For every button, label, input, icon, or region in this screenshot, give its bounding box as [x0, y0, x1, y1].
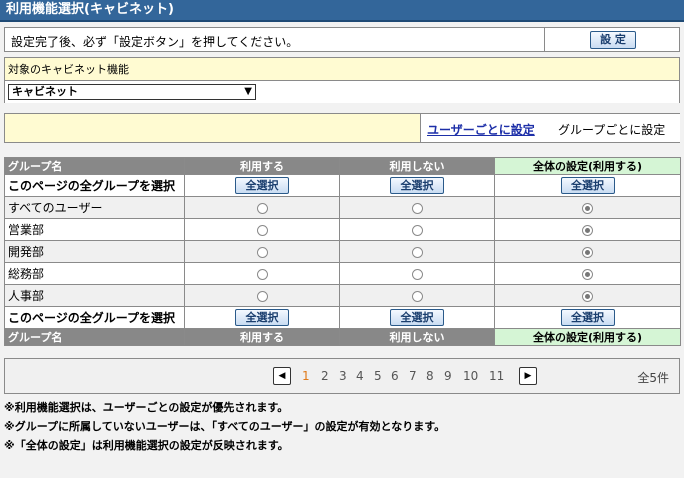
header-use: 利用する — [184, 328, 340, 346]
radio-global[interactable] — [582, 246, 593, 258]
select-all-global-button[interactable]: 全選択 — [560, 177, 615, 194]
header-not-use: 利用しない — [339, 157, 495, 175]
cabinet-section: 対象のキャビネット機能 キャビネット ▼ — [4, 57, 680, 103]
page-1[interactable]: 1 — [302, 369, 310, 383]
radio-use[interactable] — [256, 224, 268, 236]
group-name: 総務部 — [4, 262, 185, 285]
instruction-bar: 設定完了後、必ず「設定ボタン」を押してください。 設 定 — [4, 27, 680, 52]
radio-not-use[interactable] — [411, 268, 423, 280]
note-3: ※「全体の設定」は利用機能選択の設定が反映されます。 — [4, 439, 289, 452]
cabinet-select-value: キャビネット — [12, 85, 78, 98]
page-8[interactable]: 8 — [426, 369, 434, 383]
radio-global[interactable] — [582, 268, 593, 280]
radio-use[interactable] — [256, 290, 268, 302]
radio-not-use[interactable] — [411, 202, 423, 214]
header-group-name: グループ名 — [4, 328, 185, 346]
table-footer-header: グループ名 利用する 利用しない 全体の設定(利用する) — [4, 328, 681, 346]
table-row: 営業部 — [4, 218, 681, 241]
note-1: ※利用機能選択は、ユーザーごとの設定が優先されます。 — [4, 401, 289, 414]
select-all-row: このページの全グループを選択 全選択 全選択 全選択 — [4, 306, 681, 329]
radio-use[interactable] — [256, 202, 268, 214]
page-7[interactable]: 7 — [409, 369, 417, 383]
radio-use[interactable] — [256, 268, 268, 280]
page-2[interactable]: 2 — [321, 369, 329, 383]
per-user-link[interactable]: ユーザーごとに設定 — [427, 121, 535, 138]
header-not-use: 利用しない — [339, 328, 495, 346]
page-4[interactable]: 4 — [356, 369, 364, 383]
select-all-use-button[interactable]: 全選択 — [235, 309, 289, 326]
note-2: ※グループに所属していないユーザーは、「すべてのユーザー」の設定が有効となります… — [4, 420, 446, 433]
page-3[interactable]: 3 — [339, 369, 347, 383]
group-name: 開発部 — [4, 240, 185, 263]
select-all-not-use-button[interactable]: 全選択 — [390, 309, 444, 326]
radio-not-use[interactable] — [411, 246, 423, 258]
pagination: ◀ 1 2 3 4 5 6 7 8 9 10 11 ▶ 全5件 — [4, 358, 680, 394]
chevron-down-icon: ▼ — [244, 86, 252, 97]
table-row: 人事部 — [4, 284, 681, 307]
select-all-global-button[interactable]: 全選択 — [560, 309, 615, 326]
header-global: 全体の設定(利用する) — [494, 328, 681, 346]
table-row: すべてのユーザー — [4, 196, 681, 219]
header-group-name: グループ名 — [4, 157, 185, 175]
radio-global[interactable] — [582, 224, 593, 236]
radio-not-use[interactable] — [411, 224, 423, 236]
select-all-row: このページの全グループを選択 全選択 全選択 全選択 — [4, 174, 681, 197]
prev-arrow-icon[interactable]: ◀ — [273, 367, 291, 385]
window-title: 利用機能選択(キャビネット) — [0, 0, 684, 22]
table-row: 開発部 — [4, 240, 681, 263]
divider — [544, 28, 545, 51]
select-all-label: このページの全グループを選択 — [4, 306, 185, 329]
next-arrow-icon[interactable]: ▶ — [519, 367, 537, 385]
per-group-label: グループごとに設定 — [558, 123, 666, 137]
header-global: 全体の設定(利用する) — [494, 157, 681, 175]
group-name: 人事部 — [4, 284, 185, 307]
group-table: グループ名 利用する 利用しない 全体の設定(利用する) このページの全グループ… — [4, 157, 681, 346]
table-row: 総務部 — [4, 262, 681, 285]
select-all-not-use-button[interactable]: 全選択 — [390, 177, 444, 194]
page-10[interactable]: 10 — [463, 369, 478, 383]
group-name: 営業部 — [4, 218, 185, 241]
set-button[interactable]: 設 定 — [590, 31, 636, 49]
page-11[interactable]: 11 — [489, 369, 504, 383]
total-count: 全5件 — [637, 371, 669, 385]
page-5[interactable]: 5 — [374, 369, 382, 383]
radio-global[interactable] — [582, 290, 593, 302]
group-name: すべてのユーザー — [4, 196, 185, 219]
radio-global[interactable] — [582, 202, 593, 214]
radio-not-use[interactable] — [411, 290, 423, 302]
page-9[interactable]: 9 — [444, 369, 452, 383]
table-header: グループ名 利用する 利用しない 全体の設定(利用する) — [4, 157, 681, 175]
mode-section: ユーザーごとに設定 グループごとに設定 — [4, 113, 680, 143]
cabinet-select[interactable]: キャビネット ▼ — [8, 84, 256, 100]
page-6[interactable]: 6 — [391, 369, 399, 383]
select-all-label: このページの全グループを選択 — [4, 174, 185, 197]
mode-options: ユーザーごとに設定 グループごとに設定 — [420, 114, 680, 142]
cabinet-select-area: キャビネット ▼ — [5, 80, 679, 103]
cabinet-label: 対象のキャビネット機能 — [8, 63, 129, 76]
instruction-text: 設定完了後、必ず「設定ボタン」を押してください。 — [11, 35, 299, 49]
radio-use[interactable] — [256, 246, 268, 258]
select-all-use-button[interactable]: 全選択 — [235, 177, 289, 194]
header-use: 利用する — [184, 157, 340, 175]
